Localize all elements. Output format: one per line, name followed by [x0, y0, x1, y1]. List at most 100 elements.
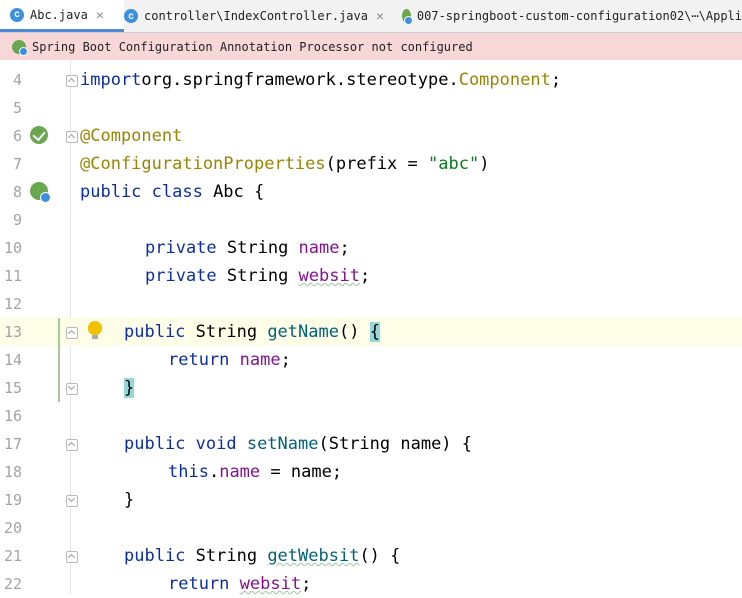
notification-banner: Spring Boot Configuration Annotation Pro… — [0, 33, 742, 60]
code-token: public void — [124, 434, 247, 454]
code-line[interactable]: 20 — [0, 514, 742, 542]
code-token: @Component — [80, 126, 183, 146]
code-token: = name; — [260, 462, 343, 482]
line-number: 17 — [3, 435, 22, 453]
line-number: 10 — [3, 239, 22, 257]
code-token: public — [124, 546, 196, 566]
tab-abc-java[interactable]: c Abc.java × — [0, 0, 124, 32]
line-number: 12 — [3, 295, 22, 313]
line-number: 13 — [3, 323, 22, 341]
line-number: 21 — [3, 547, 22, 565]
code-token: ; — [339, 238, 350, 258]
code-line[interactable]: 4 importorg.springframework.stereotype.Co… — [0, 66, 742, 94]
line-number: 15 — [3, 379, 22, 397]
line-number: 14 — [3, 351, 22, 369]
code-token: getName — [267, 322, 339, 342]
line-number: 6 — [12, 127, 22, 145]
change-marker — [58, 318, 60, 346]
line-number: 22 — [3, 575, 22, 593]
code-token: (prefix = — [325, 154, 428, 174]
code-token: . — [208, 462, 220, 482]
line-number: 7 — [12, 155, 22, 173]
code-line[interactable]: 21 public String getWebsit() { — [0, 542, 742, 570]
tab-application-properties[interactable]: 007-springboot-custom-configuration02\⋯\… — [402, 0, 742, 32]
line-number: 9 — [12, 211, 22, 229]
code-token: () { — [359, 546, 401, 566]
spring-bean-icon[interactable] — [30, 182, 51, 203]
fold-toggle-icon[interactable] — [66, 495, 78, 507]
code-token: @ConfigurationProperties — [80, 154, 326, 174]
code-line[interactable]: 10 private String name; — [0, 234, 742, 262]
code-token: Abc { — [213, 182, 265, 202]
code-token: String — [195, 322, 268, 342]
code-token: } — [124, 378, 135, 398]
code-token: public class — [80, 182, 214, 202]
tab-label: 007-springboot-custom-configuration02\⋯\… — [416, 9, 742, 23]
tab-label: Abc.java — [30, 7, 88, 22]
code-text: public String getName() { — [124, 322, 380, 342]
code-text: return websit; — [168, 574, 311, 594]
code-line[interactable]: 17 public void setName(String name) { — [0, 430, 742, 458]
code-text: public class Abc { — [80, 182, 264, 202]
class-icon: c — [124, 9, 138, 23]
line-number: 19 — [3, 491, 22, 509]
code-token: websit — [298, 266, 360, 286]
code-token: ; — [301, 574, 312, 594]
code-text: public String getWebsit() { — [124, 546, 400, 566]
code-line[interactable]: 7 @ConfigurationProperties(prefix = "abc"… — [0, 150, 742, 178]
spring-leaf-icon — [12, 39, 28, 56]
code-text: @Component — [80, 126, 182, 146]
line-number: 18 — [3, 463, 22, 481]
code-line[interactable]: 6 @Component — [0, 122, 742, 150]
code-token: String — [226, 266, 299, 286]
fold-toggle-icon[interactable] — [66, 551, 78, 563]
tab-index-controller[interactable]: c controller\IndexController.java × — [124, 0, 392, 32]
lightbulb-icon[interactable] — [88, 321, 102, 339]
line-number: 4 — [12, 71, 22, 89]
code-text: @ConfigurationProperties(prefix = "abc") — [80, 154, 489, 174]
change-marker — [58, 346, 60, 374]
code-line[interactable]: 8 public class Abc { — [0, 178, 742, 206]
code-token: name — [239, 350, 281, 370]
close-icon[interactable]: × — [96, 7, 104, 23]
code-token: Component — [458, 70, 551, 90]
code-token: name — [298, 238, 340, 258]
code-line[interactable]: 18 this.name = name; — [0, 458, 742, 486]
code-text: } — [124, 490, 134, 510]
code-text: public void setName(String name) { — [124, 434, 472, 454]
code-editor[interactable]: 4 importorg.springframework.stereotype.Co… — [0, 60, 742, 594]
editor-tab-bar: c Abc.java × c controller\IndexControlle… — [0, 0, 742, 33]
code-line[interactable]: 12 — [0, 290, 742, 318]
code-token: } — [124, 490, 135, 510]
code-text: this.name = name; — [168, 462, 342, 482]
code-line[interactable]: 5 — [0, 94, 742, 122]
code-token: return — [168, 350, 240, 370]
code-line[interactable]: 14 return name; — [0, 346, 742, 374]
fold-toggle-icon[interactable] — [66, 327, 78, 339]
code-token: ; — [550, 70, 562, 90]
line-number: 8 — [12, 183, 22, 201]
code-line[interactable]: 13 public String getName() { — [0, 318, 742, 346]
line-number: 11 — [3, 267, 22, 285]
code-token: String — [195, 546, 268, 566]
code-line[interactable]: 9 — [0, 206, 742, 234]
code-text: return name; — [168, 350, 291, 370]
code-token: "abc" — [428, 154, 480, 174]
code-line[interactable]: 11 private String websit; — [0, 262, 742, 290]
code-text: private String name; — [145, 238, 350, 258]
code-token: import — [80, 70, 142, 90]
fold-toggle-icon[interactable] — [66, 383, 78, 395]
close-icon[interactable]: × — [376, 8, 384, 24]
code-token: this — [168, 462, 209, 482]
code-line[interactable]: 16 — [0, 402, 742, 430]
spring-bean-check-icon[interactable] — [30, 126, 48, 144]
code-text: importorg.springframework.stereotype.Com… — [80, 70, 561, 90]
line-number: 5 — [12, 99, 22, 117]
fold-toggle-icon[interactable] — [66, 75, 78, 87]
code-token: ) — [479, 154, 490, 174]
code-token: { — [369, 322, 380, 342]
fold-toggle-icon[interactable] — [66, 131, 78, 143]
code-line[interactable]: 19} — [0, 486, 742, 514]
fold-toggle-icon[interactable] — [66, 439, 78, 451]
code-line[interactable]: 15} — [0, 374, 742, 402]
